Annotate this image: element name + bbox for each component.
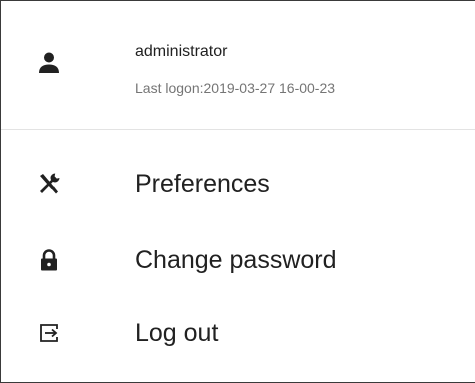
preferences-label: Preferences bbox=[135, 170, 270, 198]
tools-icon bbox=[37, 172, 61, 196]
preferences-menu-item[interactable]: Preferences bbox=[1, 149, 475, 219]
user-name: administrator bbox=[135, 43, 228, 60]
log-out-label: Log out bbox=[135, 319, 219, 347]
user-menu-panel: administrator Last logon:2019-03-27 16-0… bbox=[0, 0, 475, 383]
divider bbox=[1, 129, 475, 130]
last-logon: Last logon:2019-03-27 16-00-23 bbox=[135, 80, 336, 96]
log-out-menu-item[interactable]: Log out bbox=[1, 298, 475, 368]
person-icon bbox=[39, 52, 59, 74]
change-password-label: Change password bbox=[135, 246, 337, 274]
lock-icon bbox=[37, 248, 61, 272]
user-info: administrator Last logon:2019-03-27 16-0… bbox=[1, 1, 475, 129]
logout-icon bbox=[37, 321, 61, 345]
change-password-menu-item[interactable]: Change password bbox=[1, 225, 475, 295]
